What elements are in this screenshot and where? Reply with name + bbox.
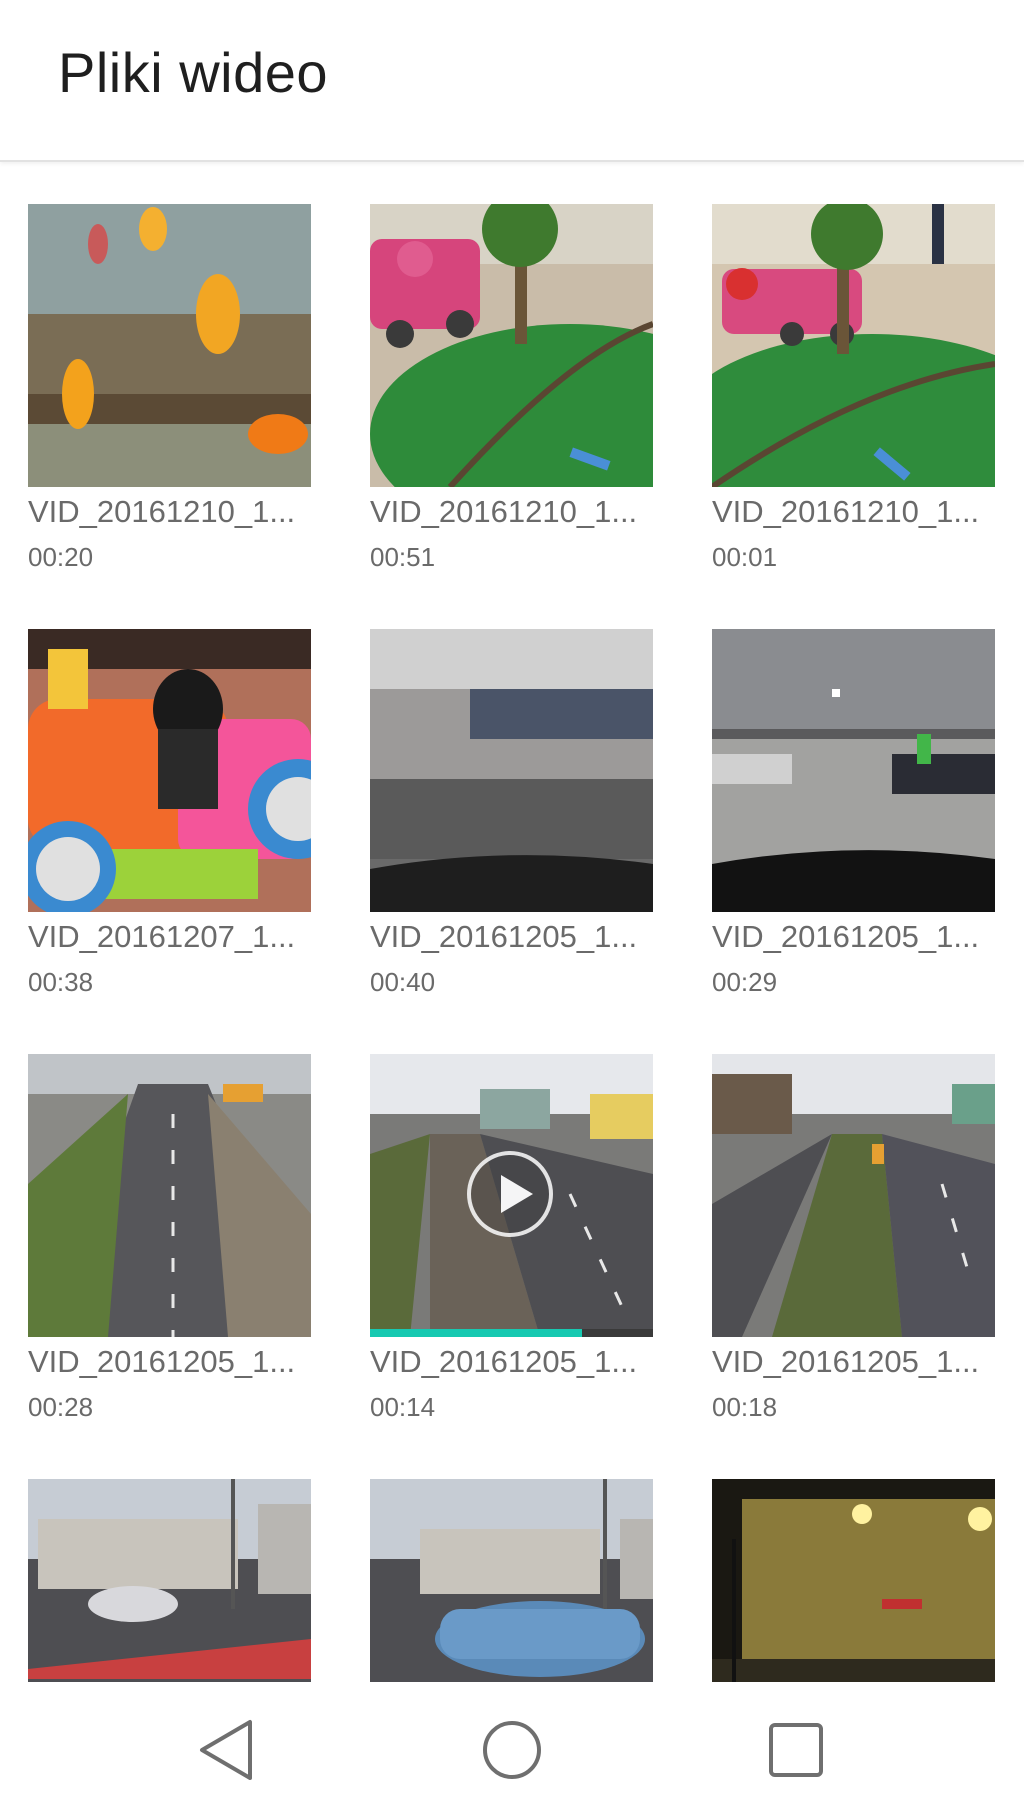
video-filename: VID_20161205_1...	[712, 1344, 980, 1379]
video-duration: 00:51	[370, 542, 436, 572]
video-filename: VID_20161205_1...	[712, 919, 980, 954]
back-button[interactable]	[188, 1710, 268, 1790]
video-duration: 00:18	[712, 1392, 778, 1422]
video-thumbnail[interactable]	[712, 1054, 995, 1337]
video-thumbnail[interactable]	[370, 1479, 653, 1682]
video-duration: 00:38	[28, 967, 94, 997]
recents-button[interactable]	[756, 1710, 836, 1790]
playback-progress-bar	[370, 1329, 653, 1337]
app-header: Pliki wideo	[0, 0, 1024, 162]
video-filename: VID_20161205_1...	[370, 1344, 638, 1379]
video-item[interactable]: VID_20161210_1... 00:20	[28, 204, 311, 573]
video-item[interactable]: VID_20161205_1... 00:28	[28, 1054, 311, 1423]
video-item[interactable]: VID_20161205_1... 00:29	[712, 629, 995, 998]
video-filename: VID_20161210_1...	[28, 494, 296, 529]
video-thumbnail[interactable]	[28, 629, 311, 912]
video-thumbnail[interactable]	[712, 204, 995, 487]
video-thumbnail[interactable]	[370, 629, 653, 912]
video-thumbnail[interactable]	[712, 1479, 995, 1682]
triangle-back-icon	[200, 1720, 252, 1780]
home-button[interactable]	[472, 1710, 552, 1790]
video-grid: VID_20161210_1... 00:20 VID_20161210_1..…	[0, 162, 1024, 1682]
playback-progress-fill	[370, 1329, 583, 1337]
video-filename: VID_20161210_1...	[370, 494, 638, 529]
video-item[interactable]	[712, 1479, 995, 1682]
play-icon[interactable]	[467, 1151, 553, 1237]
video-item[interactable]: VID_20161205_1... 00:14	[370, 1054, 653, 1423]
video-item[interactable]: VID_20161205_1... 00:40	[370, 629, 653, 998]
video-duration: 00:28	[28, 1392, 94, 1422]
video-item[interactable]: VID_20161210_1... 00:51	[370, 204, 653, 573]
video-thumbnail[interactable]	[712, 629, 995, 912]
video-thumbnail[interactable]	[370, 204, 653, 487]
navigation-bar	[0, 1682, 1024, 1820]
video-duration: 00:14	[370, 1392, 436, 1422]
video-filename: VID_20161210_1...	[712, 494, 980, 529]
video-filename: VID_20161207_1...	[28, 919, 296, 954]
video-duration: 00:40	[370, 967, 436, 997]
video-thumbnail[interactable]	[28, 204, 311, 487]
video-item[interactable]	[370, 1479, 653, 1682]
video-thumbnail[interactable]	[28, 1054, 311, 1337]
video-item[interactable]	[28, 1479, 311, 1682]
page-title: Pliki wideo	[58, 41, 329, 104]
video-item[interactable]: VID_20161205_1... 00:18	[712, 1054, 995, 1423]
video-item[interactable]: VID_20161210_1... 00:01	[712, 204, 995, 573]
video-thumbnail[interactable]	[370, 1054, 653, 1337]
circle-home-icon	[483, 1721, 541, 1779]
video-thumbnail[interactable]	[28, 1479, 311, 1682]
video-filename: VID_20161205_1...	[28, 1344, 296, 1379]
video-duration: 00:29	[712, 967, 778, 997]
video-item[interactable]: VID_20161207_1... 00:38	[28, 629, 311, 998]
video-filename: VID_20161205_1...	[370, 919, 638, 954]
video-duration: 00:01	[712, 542, 778, 572]
square-recents-icon	[769, 1723, 823, 1777]
video-duration: 00:20	[28, 542, 94, 572]
